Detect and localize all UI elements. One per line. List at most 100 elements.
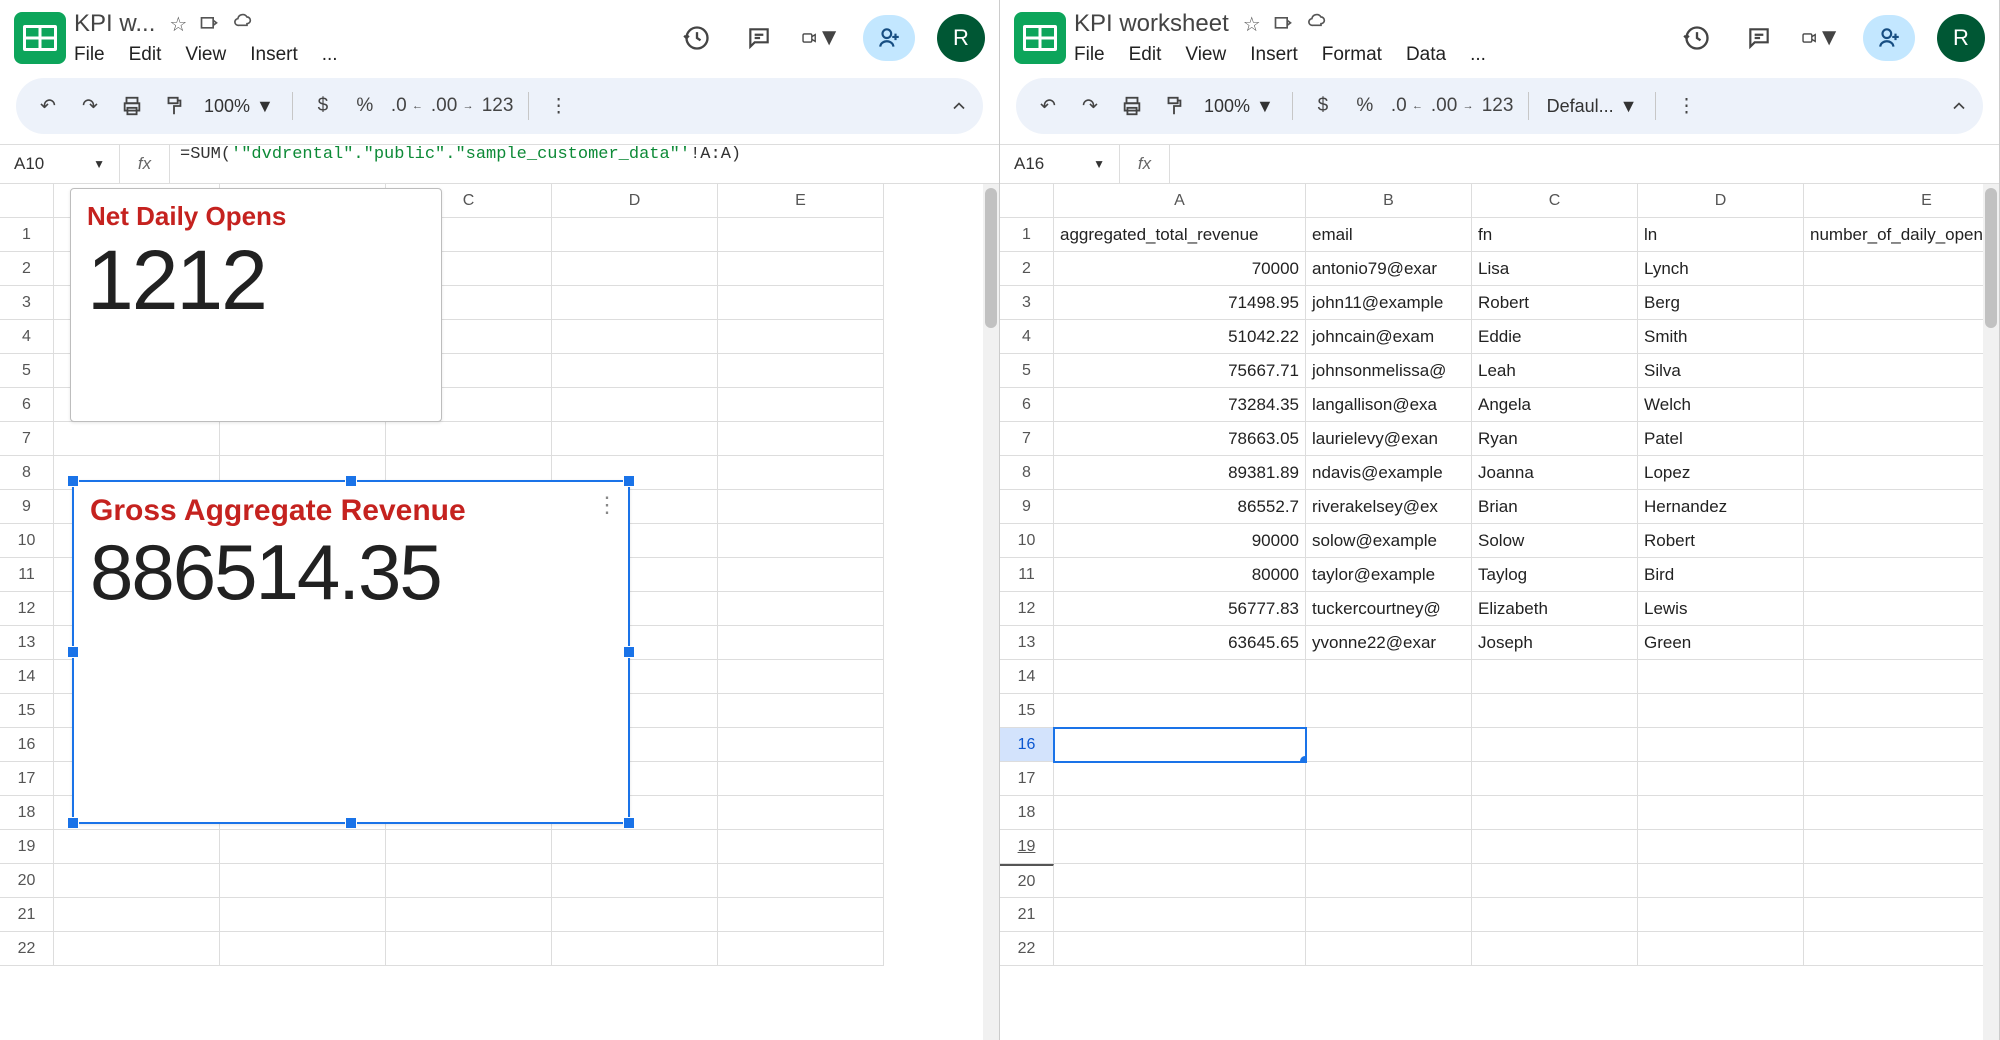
cell[interactable] — [1054, 694, 1306, 728]
cell[interactable]: john11@example — [1306, 286, 1472, 320]
move-icon[interactable] — [199, 12, 219, 37]
move-icon[interactable] — [1273, 12, 1293, 37]
cell[interactable] — [1306, 932, 1472, 966]
cell[interactable]: Elizabeth — [1472, 592, 1638, 626]
row-header[interactable]: 1 — [0, 218, 54, 252]
cell[interactable] — [718, 592, 884, 626]
scorecard-gross-revenue[interactable]: ⋮ Gross Aggregate Revenue 886514.35 — [72, 480, 630, 824]
resize-handle[interactable] — [67, 475, 79, 487]
cell[interactable] — [220, 898, 386, 932]
cell[interactable]: Lisa — [1472, 252, 1638, 286]
cell[interactable] — [1054, 660, 1306, 694]
cell[interactable]: aggregated_total_revenue — [1054, 218, 1306, 252]
cell[interactable]: 71498.95 — [1054, 286, 1306, 320]
row-header[interactable]: 22 — [1000, 932, 1054, 966]
resize-handle[interactable] — [623, 475, 635, 487]
cell[interactable] — [1306, 694, 1472, 728]
cell[interactable]: antonio79@exar — [1306, 252, 1472, 286]
cell[interactable] — [718, 694, 884, 728]
row-header[interactable]: 20 — [0, 864, 54, 898]
cell[interactable]: 68 — [1804, 592, 1999, 626]
cell[interactable]: 76 — [1804, 456, 1999, 490]
cell[interactable]: yvonne22@exar — [1306, 626, 1472, 660]
cell[interactable] — [386, 932, 552, 966]
chart-menu-icon[interactable]: ⋮ — [596, 492, 618, 518]
row-header[interactable]: 20 — [1000, 864, 1054, 898]
row-header[interactable]: 16 — [0, 728, 54, 762]
cell[interactable]: 89381.89 — [1054, 456, 1306, 490]
cell[interactable]: 63645.65 — [1054, 626, 1306, 660]
cell[interactable] — [1638, 932, 1804, 966]
cell[interactable] — [1306, 660, 1472, 694]
cell[interactable] — [552, 830, 718, 864]
row-header[interactable]: 10 — [0, 524, 54, 558]
more-toolbar-button[interactable]: ⋮ — [541, 88, 577, 124]
name-box[interactable]: A16▼ — [1000, 145, 1120, 183]
row-header[interactable]: 21 — [1000, 898, 1054, 932]
cell[interactable]: solow@example — [1306, 524, 1472, 558]
row-header[interactable]: 15 — [0, 694, 54, 728]
cell[interactable] — [1638, 694, 1804, 728]
cell[interactable] — [552, 898, 718, 932]
row-header[interactable]: 21 — [0, 898, 54, 932]
collapse-toolbar-icon[interactable] — [1949, 96, 1969, 116]
menu-file[interactable]: File — [74, 44, 105, 66]
cell[interactable]: Green — [1638, 626, 1804, 660]
cell[interactable]: 75667.71 — [1054, 354, 1306, 388]
history-icon[interactable] — [1677, 18, 1717, 58]
formula-input[interactable] — [1170, 145, 1999, 183]
cell[interactable] — [718, 932, 884, 966]
cell[interactable]: 80000 — [1054, 558, 1306, 592]
row-header[interactable]: 5 — [1000, 354, 1054, 388]
increase-decimal-button[interactable]: .00 → — [431, 88, 474, 124]
menu-insert[interactable]: Insert — [250, 44, 298, 66]
cell[interactable]: Silva — [1638, 354, 1804, 388]
cell[interactable] — [718, 320, 884, 354]
cell[interactable] — [1472, 728, 1638, 762]
cell[interactable]: taylor@example — [1306, 558, 1472, 592]
cell[interactable] — [1306, 864, 1472, 898]
cell[interactable]: johnsonmelissa@ — [1306, 354, 1472, 388]
decrease-decimal-button[interactable]: .0 ← — [389, 88, 425, 124]
cell[interactable] — [718, 456, 884, 490]
cell[interactable] — [1472, 660, 1638, 694]
cell[interactable]: ndavis@example — [1306, 456, 1472, 490]
cell[interactable] — [718, 660, 884, 694]
cell[interactable] — [1472, 830, 1638, 864]
row-header[interactable]: 3 — [0, 286, 54, 320]
redo-button[interactable]: ↷ — [72, 88, 108, 124]
font-select[interactable]: Defaul... ▼ — [1541, 96, 1644, 117]
menu-view[interactable]: View — [1185, 44, 1226, 66]
row-header[interactable]: 4 — [1000, 320, 1054, 354]
cell[interactable] — [1804, 830, 1999, 864]
cell[interactable] — [1472, 796, 1638, 830]
cell[interactable] — [220, 422, 386, 456]
row-header[interactable]: 5 — [0, 354, 54, 388]
avatar[interactable]: R — [937, 14, 985, 62]
menu-more[interactable]: ... — [1470, 44, 1486, 66]
resize-handle[interactable] — [345, 475, 357, 487]
cell[interactable] — [1804, 796, 1999, 830]
cell[interactable] — [1306, 762, 1472, 796]
menu-edit[interactable]: Edit — [1129, 44, 1162, 66]
scorecard-net-daily-opens[interactable]: Net Daily Opens 1212 — [70, 188, 442, 422]
cell[interactable] — [1306, 728, 1472, 762]
meet-icon[interactable]: ▼ — [801, 18, 841, 58]
row-header[interactable]: 17 — [1000, 762, 1054, 796]
star-icon[interactable]: ☆ — [1243, 12, 1261, 37]
cell[interactable] — [718, 796, 884, 830]
cell[interactable] — [1054, 830, 1306, 864]
row-header[interactable]: 19 — [0, 830, 54, 864]
cell[interactable]: Eddie — [1472, 320, 1638, 354]
cell[interactable] — [718, 388, 884, 422]
cell[interactable] — [718, 864, 884, 898]
cell[interactable] — [54, 898, 220, 932]
select-all-corner[interactable] — [1000, 184, 1054, 218]
cell[interactable] — [718, 762, 884, 796]
column-header[interactable]: B — [1306, 184, 1472, 218]
paint-format-button[interactable] — [156, 88, 192, 124]
cell[interactable] — [1804, 694, 1999, 728]
cell[interactable] — [1472, 932, 1638, 966]
resize-handle[interactable] — [345, 817, 357, 829]
cell[interactable] — [1638, 864, 1804, 898]
